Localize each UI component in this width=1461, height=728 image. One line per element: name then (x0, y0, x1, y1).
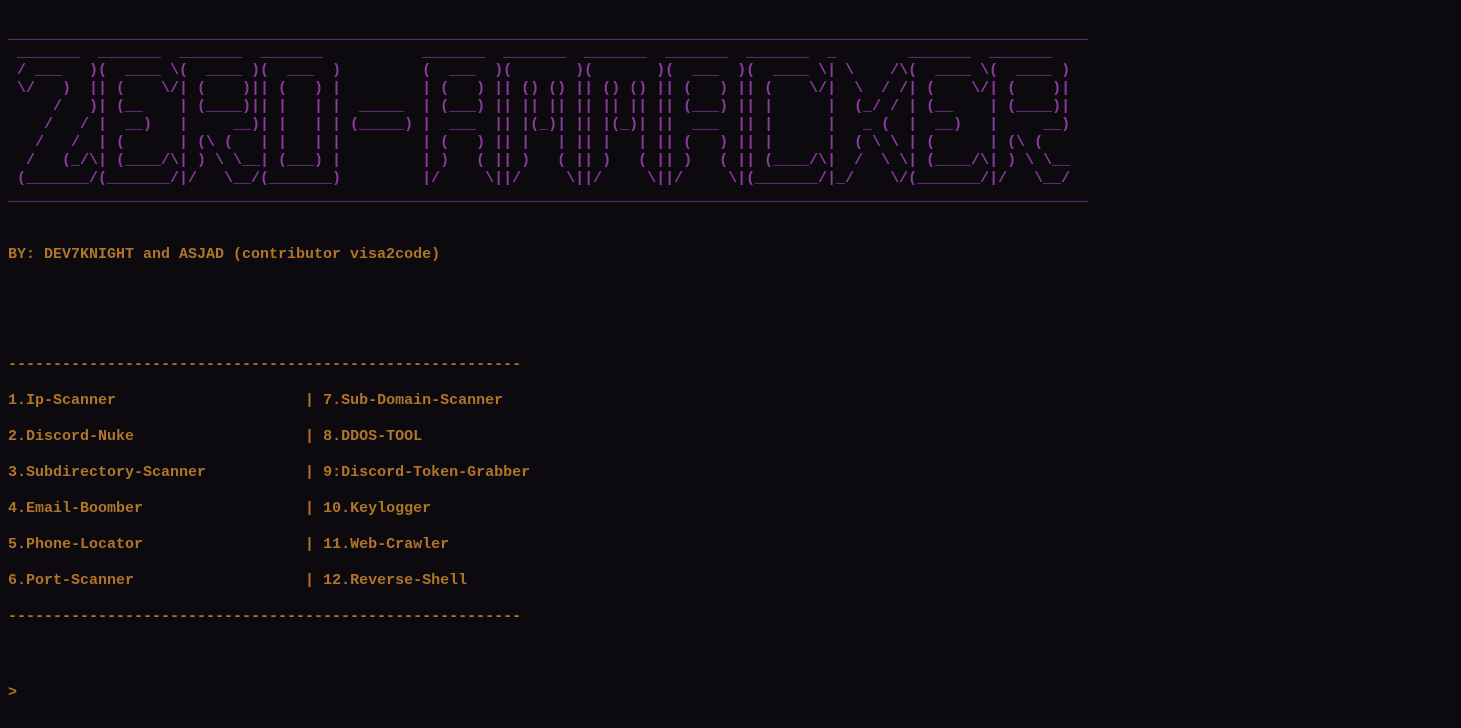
menu-row[interactable]: 3.Subdirectory-Scanner| 9:Discord-Token-… (8, 464, 1453, 482)
menu-rule-bottom: ----------------------------------------… (8, 608, 1453, 626)
menu-sep: | (305, 428, 323, 446)
menu-item-12[interactable]: 12.Reverse-Shell (323, 572, 467, 590)
ascii-banner: ________________________________________… (8, 26, 1453, 206)
menu-item-3[interactable]: 3.Subdirectory-Scanner (8, 464, 305, 482)
menu-row[interactable]: 6.Port-Scanner| 12.Reverse-Shell (8, 572, 1453, 590)
author-credits: BY: DEV7KNIGHT and ASJAD (contributor vi… (8, 246, 440, 263)
menu: ----------------------------------------… (8, 338, 1453, 644)
menu-item-5[interactable]: 5.Phone-Locator (8, 536, 305, 554)
byline: BY: DEV7KNIGHT and ASJAD (contributor vi… (8, 228, 1453, 264)
menu-item-11[interactable]: 11.Web-Crawler (323, 536, 449, 554)
menu-sep: | (305, 392, 323, 410)
menu-item-6[interactable]: 6.Port-Scanner (8, 572, 305, 590)
menu-sep: | (305, 464, 323, 482)
menu-item-4[interactable]: 4.Email-Boomber (8, 500, 305, 518)
menu-row[interactable]: 1.Ip-Scanner| 7.Sub-Domain-Scanner (8, 392, 1453, 410)
menu-item-1[interactable]: 1.Ip-Scanner (8, 392, 305, 410)
menu-item-2[interactable]: 2.Discord-Nuke (8, 428, 305, 446)
menu-sep: | (305, 572, 323, 590)
menu-item-9[interactable]: 9:Discord-Token-Grabber (323, 464, 530, 482)
menu-item-7[interactable]: 7.Sub-Domain-Scanner (323, 392, 503, 410)
menu-row[interactable]: 5.Phone-Locator| 11.Web-Crawler (8, 536, 1453, 554)
menu-item-8[interactable]: 8.DDOS-TOOL (323, 428, 422, 446)
menu-row[interactable]: 2.Discord-Nuke| 8.DDOS-TOOL (8, 428, 1453, 446)
menu-sep: | (305, 500, 323, 518)
prompt-symbol: > (8, 684, 17, 701)
menu-row[interactable]: 4.Email-Boomber| 10.Keylogger (8, 500, 1453, 518)
menu-sep: | (305, 536, 323, 554)
menu-rule-top: ----------------------------------------… (8, 356, 1453, 374)
terminal-output: ________________________________________… (0, 0, 1461, 728)
menu-item-10[interactable]: 10.Keylogger (323, 500, 431, 518)
prompt-line[interactable]: > (8, 666, 1453, 702)
